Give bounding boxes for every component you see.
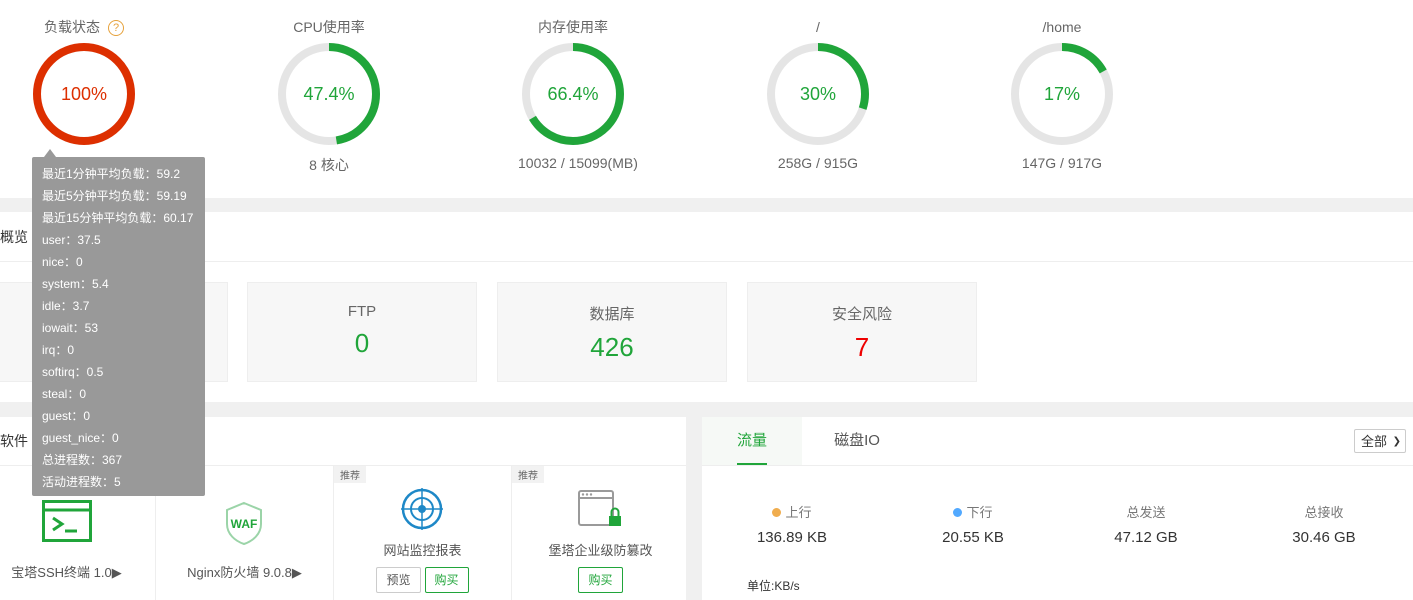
tooltip-line: 活动进程数：5 [42,475,121,489]
select-value: 全部 [1361,434,1388,449]
memory-gauge[interactable]: 内存使用率 66.4% 10032 / 15099(MB) [518,0,638,171]
tooltip-line: 最近1分钟平均负载：59.2 [42,167,181,181]
card-value[interactable]: 7 [748,332,976,363]
card-label: 安全风险 [831,306,892,323]
gauge-title: 内存使用率 [538,19,608,35]
upload-dot-icon [772,508,782,517]
app-name: 网站监控报表 [383,543,462,558]
waf-shield-icon: WAF [226,501,262,545]
load-detail-tooltip: 最近1分钟平均负载：59.2 最近5分钟平均负载：59.19 最近15分钟平均负… [32,149,205,496]
gauge-value: 66.4% [547,84,599,104]
app-site-monitor-report[interactable]: 推荐 网站监控报表 预览 购买 [334,466,512,600]
gauge-ring: 30% [763,39,873,149]
gauge-ring: 47.4% [274,39,384,149]
tab-label: 流量 [736,432,767,449]
buy-button[interactable]: 购买 [424,567,469,593]
preview-button[interactable]: 预览 [376,567,421,593]
card-value[interactable]: 426 [498,332,726,363]
waf-icon-text: WAF [231,517,258,531]
terminal-icon [42,500,92,542]
gauge-title: / [816,19,820,35]
status-gauges-panel: 负载状态? 100% CPU使用率 47.4% 8 核心 内存使用率 66.4%… [0,0,1413,198]
root-disk-gauge[interactable]: / 30% 258G / 915G [763,0,873,171]
stat-value: 136.89 KB [756,529,828,546]
home-disk-gauge[interactable]: /home 17% 147G / 917G [1007,0,1117,171]
gauge-subtitle: 8 核心 [309,157,349,173]
recommend-tag: 推荐 [334,466,366,483]
tooltip-line: steal：0 [42,387,87,401]
traffic-panel: 流量 磁盘IO 全部 ❯ 上行 136.89 KB 下行 20.55 KB 总发… [702,417,1413,600]
tooltip-line: nice：0 [42,255,83,269]
app-tamper-protection[interactable]: 推荐 堡塔企业级防篡改 购买 [512,466,689,600]
gauge-value: 47.4% [303,84,355,104]
stat-label: 上行 [785,505,812,520]
gauge-value: 17% [1043,84,1081,104]
overview-card-database[interactable]: 数据库 426 [497,282,727,382]
stat-value: 20.55 KB [942,529,1004,546]
card-label: FTP [347,303,377,320]
tooltip-line: guest：0 [42,409,91,423]
gauge-ring: 66.4% [518,39,628,149]
interface-select[interactable]: 全部 ❯ [1354,429,1406,453]
radar-target-icon [401,488,443,530]
gauge-subtitle: 258G / 915G [777,155,859,171]
card-value[interactable]: 0 [248,328,476,359]
tooltip-arrow [44,149,56,157]
gauge-ring: 17% [1007,39,1117,149]
tooltip-line: 最近15分钟平均负载：60.17 [42,211,194,225]
overview-panel: 概览 FTP 0 数据库 426 安全风险 7 [0,212,1413,402]
load-gauge[interactable]: 负载状态? 100% [29,0,139,149]
stat-label: 总接收 [1304,505,1344,520]
overview-card-security-risk[interactable]: 安全风险 7 [747,282,977,382]
gauge-subtitle: 10032 / 15099(MB) [518,155,638,171]
tab-disk-io[interactable]: 磁盘IO [832,417,882,465]
tab-traffic[interactable]: 流量 [702,417,802,465]
gauge-value: 30% [799,84,837,104]
overview-card-ftp[interactable]: FTP 0 [247,282,477,382]
app-buttons: 购买 [512,567,689,593]
cpu-gauge[interactable]: CPU使用率 47.4% 8 核心 [274,0,384,175]
tooltip-line: user：37.5 [42,233,101,247]
stat-total-received: 总接收 30.46 GB [1234,502,1413,546]
gauge-subtitle: 147G / 917G [1021,155,1103,171]
stat-upload: 上行 136.89 KB [702,502,882,546]
app-buttons: 预览 购买 [334,567,511,593]
unit-label: 单位:KB/s [747,579,800,593]
stat-download: 下行 20.55 KB [883,502,1063,546]
app-name: 堡塔企业级防篡改 [548,543,653,558]
tooltip-line: 最近5分钟平均负载：59.19 [42,189,187,203]
download-dot-icon [953,508,963,517]
stat-label: 下行 [966,505,993,520]
divider [702,465,1413,466]
gauge-ring: 100% [29,39,139,149]
buy-button[interactable]: 购买 [578,567,623,593]
stat-value: 47.12 GB [1114,529,1178,546]
tooltip-line: irq：0 [42,343,75,357]
tooltip-line: idle：3.7 [42,299,90,313]
tooltip-line: softirq：0.5 [42,365,104,379]
software-title: 软件 [0,433,28,449]
overview-title: 概览 [0,229,28,245]
question-circle-icon[interactable]: ? [108,20,124,36]
divider [0,261,1413,262]
gauge-title: CPU使用率 [293,19,365,35]
window-lock-icon [578,490,621,526]
gauge-value: 100% [60,84,108,104]
tooltip-line: guest_nice：0 [42,431,119,445]
app-name[interactable]: 宝塔SSH终端 1.0▶ [0,562,155,581]
tooltip-line: 总进程数：367 [42,453,123,467]
stat-label: 总发送 [1126,505,1166,520]
gauge-title: 负载状态 [44,19,100,35]
stat-total-sent: 总发送 47.12 GB [1056,502,1236,546]
chevron-down-icon: ❯ [1392,436,1401,447]
tooltip-line: iowait：53 [42,321,99,335]
recommend-tag: 推荐 [512,466,544,483]
gauge-title: /home [1042,19,1082,35]
stat-value: 30.46 GB [1292,529,1356,546]
app-name[interactable]: Nginx防火墙 9.0.8▶ [156,562,333,581]
card-label: 数据库 [589,306,635,323]
tooltip-line: system：5.4 [42,277,109,291]
